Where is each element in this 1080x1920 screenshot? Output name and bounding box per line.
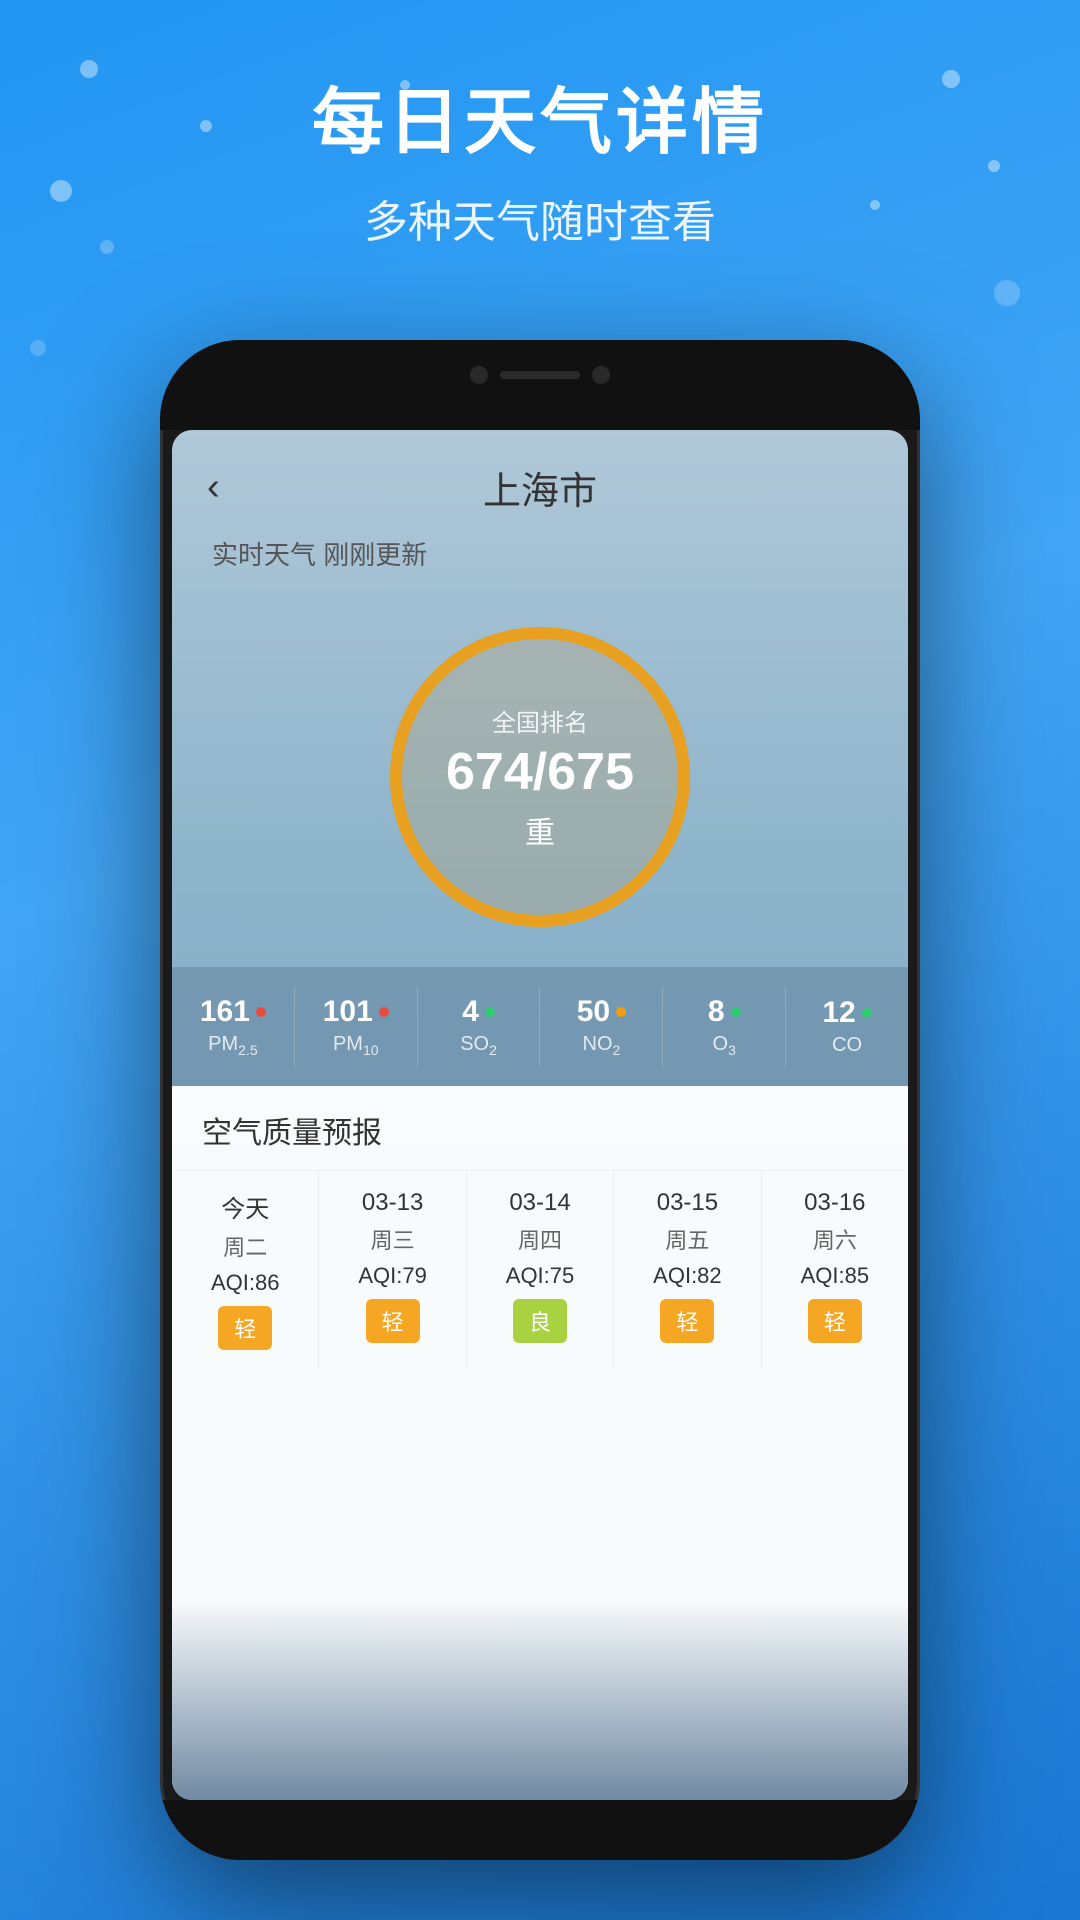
co-dot xyxy=(862,1008,872,1018)
no2-label: NO2 xyxy=(583,1033,621,1058)
metric-so2: 4 SO2 xyxy=(418,987,541,1066)
forecast-col-4: 03-16 周六 AQI:85 轻 xyxy=(762,1171,908,1368)
phone-screen: ‹ 上海市 实时天气 刚刚更新 全国排名 674/675 重 xyxy=(172,430,908,1800)
forecast-aqi-1: AQI:79 xyxy=(358,1263,426,1289)
forecast-date-0: 今天 xyxy=(221,1189,269,1224)
forecast-date-3: 03-15 xyxy=(657,1189,718,1217)
forecast-day-0: 周二 xyxy=(223,1230,267,1262)
phone-mockup: ‹ 上海市 实时天气 刚刚更新 全国排名 674/675 重 xyxy=(160,340,920,1860)
update-info: 实时天气 刚刚更新 xyxy=(172,530,908,587)
forecast-day-2: 周四 xyxy=(518,1223,562,1255)
app-content: ‹ 上海市 实时天气 刚刚更新 全国排名 674/675 重 xyxy=(172,430,908,1800)
metric-o3: 8 O3 xyxy=(663,987,786,1066)
forecast-table: 今天 周二 AQI:86 轻 03-13 周三 AQI:79 轻 0 xyxy=(172,1171,908,1368)
forecast-col-today: 今天 周二 AQI:86 轻 xyxy=(172,1171,319,1368)
pm10-value: 101 xyxy=(323,995,373,1029)
pm25-value: 161 xyxy=(200,995,250,1029)
rank-value: 674/675 xyxy=(446,746,634,798)
co-label: CO xyxy=(832,1034,862,1057)
speaker-grille xyxy=(500,371,580,379)
city-title: 上海市 xyxy=(483,460,597,515)
o3-dot xyxy=(731,1007,741,1017)
no2-dot xyxy=(616,1007,626,1017)
back-button[interactable]: ‹ xyxy=(207,466,220,509)
aqi-circle: 全国排名 674/675 重 xyxy=(390,627,690,927)
forecast-aqi-2: AQI:75 xyxy=(506,1263,574,1289)
no2-value: 50 xyxy=(577,995,610,1029)
aqi-section: 全国排名 674/675 重 xyxy=(172,587,908,967)
forecast-date-4: 03-16 xyxy=(804,1189,865,1217)
front-camera xyxy=(592,366,610,384)
forecast-date-1: 03-13 xyxy=(362,1189,423,1217)
phone-frame: ‹ 上海市 实时天气 刚刚更新 全国排名 674/675 重 xyxy=(160,340,920,1860)
forecast-aqi-4: AQI:85 xyxy=(801,1263,869,1289)
forecast-col-1: 03-13 周三 AQI:79 轻 xyxy=(319,1171,466,1368)
so2-value: 4 xyxy=(462,995,479,1029)
page-title: 每日天气详情 xyxy=(0,80,1080,166)
metric-pm25: 161 PM2.5 xyxy=(172,987,295,1066)
metric-co: 12 CO xyxy=(786,987,908,1066)
o3-value: 8 xyxy=(708,995,725,1029)
top-bar: ‹ 上海市 xyxy=(172,430,908,530)
header-area: 每日天气详情 多种天气随时查看 xyxy=(0,0,1080,250)
so2-dot xyxy=(485,1007,495,1017)
page-subtitle: 多种天气随时查看 xyxy=(0,186,1080,250)
aqi-level: 重 xyxy=(525,808,555,852)
forecast-badge-3: 轻 xyxy=(660,1299,714,1343)
so2-label: SO2 xyxy=(460,1033,497,1058)
rank-label: 全国排名 xyxy=(492,703,588,738)
forecast-badge-2: 良 xyxy=(513,1299,567,1343)
pm25-dot xyxy=(256,1007,266,1017)
phone-notch xyxy=(440,360,640,390)
forecast-day-3: 周五 xyxy=(665,1223,709,1255)
forecast-header: 空气质量预报 xyxy=(172,1086,908,1171)
forecast-day-1: 周三 xyxy=(371,1223,415,1255)
forecast-aqi-0: AQI:86 xyxy=(211,1270,279,1296)
forecast-title: 空气质量预报 xyxy=(202,1108,878,1152)
pm10-dot xyxy=(379,1007,389,1017)
forecast-badge-4: 轻 xyxy=(808,1299,862,1343)
co-value: 12 xyxy=(822,996,855,1030)
metrics-row: 161 PM2.5 101 PM10 xyxy=(172,967,908,1086)
forecast-col-2: 03-14 周四 AQI:75 良 xyxy=(467,1171,614,1368)
forecast-section: 空气质量预报 今天 周二 AQI:86 轻 03-13 周三 AQI:79 xyxy=(172,1086,908,1800)
forecast-aqi-3: AQI:82 xyxy=(653,1263,721,1289)
metric-pm10: 101 PM10 xyxy=(295,987,418,1066)
forecast-badge-0: 轻 xyxy=(218,1306,272,1350)
forecast-day-4: 周六 xyxy=(813,1223,857,1255)
forecast-badge-1: 轻 xyxy=(366,1299,420,1343)
metric-no2: 50 NO2 xyxy=(540,987,663,1066)
forecast-date-2: 03-14 xyxy=(509,1189,570,1217)
o3-label: O3 xyxy=(713,1033,736,1058)
camera-dot xyxy=(470,366,488,384)
pm25-label: PM2.5 xyxy=(208,1033,257,1058)
pm10-label: PM10 xyxy=(333,1033,379,1058)
forecast-col-3: 03-15 周五 AQI:82 轻 xyxy=(614,1171,761,1368)
